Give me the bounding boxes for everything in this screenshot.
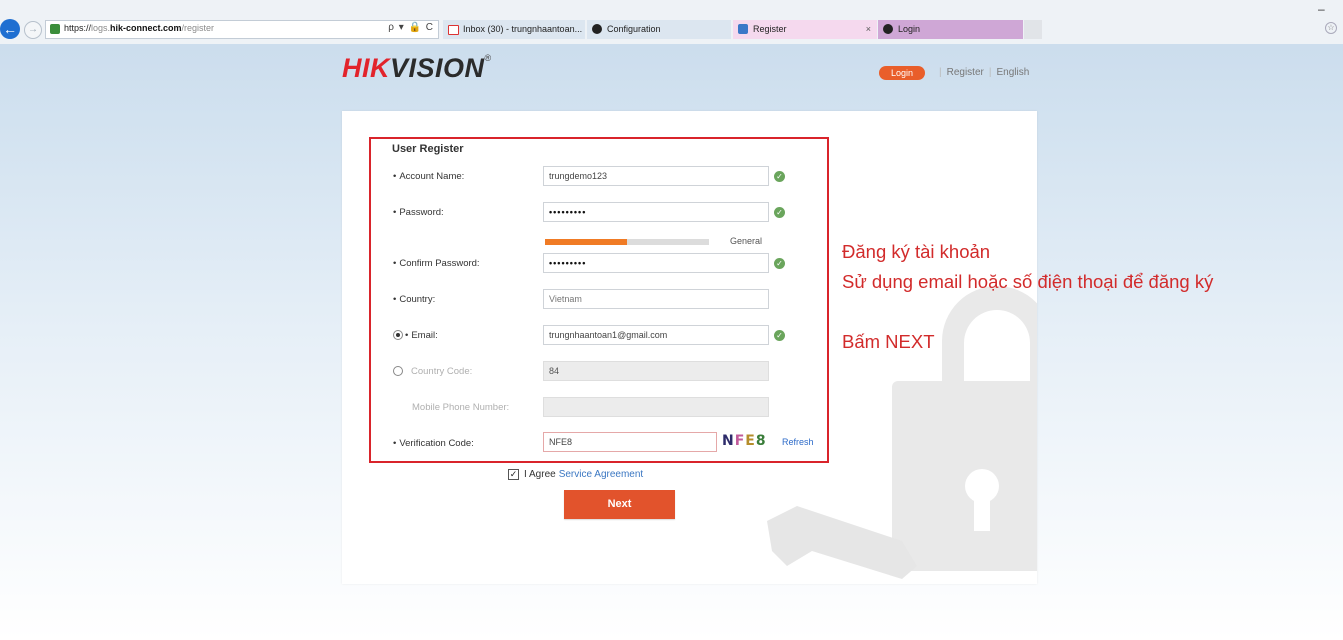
site-icon	[50, 24, 60, 34]
browser-chrome: – ← → https://logs.hik-connect.com/regis…	[0, 0, 1343, 44]
header-nav: | Register | English	[934, 67, 1029, 78]
password-label-text: Password:	[399, 207, 444, 218]
url-domain: hik-connect.com	[110, 23, 182, 33]
tab-configuration[interactable]: Configuration	[587, 20, 731, 39]
phone-radio[interactable]	[393, 366, 403, 376]
required-marker: •	[393, 207, 397, 218]
tab-label: Login	[898, 24, 921, 34]
logo-hik: HIK	[342, 53, 390, 83]
language-link[interactable]: English	[996, 67, 1029, 78]
tab-label: Inbox (30) - trungnhaantoan...	[463, 24, 583, 34]
agree-text: I Agree Service Agreement	[524, 469, 643, 480]
required-marker: •	[405, 330, 409, 341]
address-tools[interactable]: ρ ▾ 🔒 C	[388, 22, 434, 33]
password-input[interactable]: •••••••••	[543, 202, 769, 222]
close-icon[interactable]: ×	[866, 20, 871, 39]
verification-code-label-text: Verification Code:	[399, 438, 474, 449]
form-title: User Register	[392, 143, 464, 155]
password-strength-bar	[545, 239, 709, 245]
tab-label: Configuration	[607, 24, 661, 34]
logo-vision: VISION	[390, 53, 485, 83]
country-select[interactable]: Vietnam	[543, 289, 769, 309]
verification-code-label: • Verification Code:	[393, 438, 474, 449]
country-label-text: Country:	[399, 294, 436, 305]
email-radio[interactable]	[393, 330, 403, 340]
tutorial-annotation: Đăng ký tài khoản Sử dụng email hoặc số …	[842, 237, 1213, 357]
verification-code-input[interactable]: NFE8	[543, 432, 717, 452]
country-code-label: Country Code:	[411, 366, 473, 377]
back-button[interactable]: ←	[0, 19, 20, 39]
password-strength-fill	[545, 239, 627, 245]
check-circle-icon: ✓	[774, 258, 785, 269]
account-name-input[interactable]: trungdemo123	[543, 166, 769, 186]
favorites-icon[interactable]: ☆	[1325, 22, 1337, 34]
logo-registered-mark: ®	[484, 53, 492, 63]
account-name-label: • Account Name:	[393, 171, 464, 182]
mobile-phone-input[interactable]	[543, 397, 769, 417]
account-name-label-text: Account Name:	[399, 171, 465, 182]
required-marker: •	[393, 294, 397, 305]
password-strength-label: General	[730, 236, 763, 246]
tab-label: Register	[753, 24, 787, 34]
address-url[interactable]: https://logs.hik-connect.com/register	[64, 23, 214, 33]
minimize-button[interactable]: –	[1318, 2, 1325, 16]
confirm-password-input[interactable]: •••••••••	[543, 253, 769, 273]
tab-inbox[interactable]: Inbox (30) - trungnhaantoan...	[443, 20, 585, 39]
new-tab-button[interactable]	[1024, 20, 1042, 39]
globe-icon	[883, 24, 893, 34]
ie-page-icon	[738, 24, 748, 34]
confirm-password-label-text: Confirm Password:	[399, 258, 480, 269]
required-marker: •	[393, 171, 397, 182]
captcha-char: E	[745, 433, 756, 449]
globe-icon	[592, 24, 602, 34]
mobile-phone-label: Mobile Phone Number:	[412, 402, 510, 413]
url-scheme: https://	[64, 23, 92, 33]
captcha-char: F	[734, 433, 746, 449]
captcha-char: 8	[755, 433, 767, 449]
tab-login[interactable]: Login	[878, 20, 1023, 39]
confirm-password-label: • Confirm Password:	[393, 258, 480, 269]
annotation-line-3: Bấm NEXT	[842, 331, 935, 352]
email-label-text: Email:	[411, 330, 438, 341]
required-marker: •	[393, 258, 397, 269]
register-link[interactable]: Register	[947, 67, 984, 78]
address-bar[interactable]: https://logs.hik-connect.com/register ρ …	[45, 20, 439, 39]
annotation-line-2: Sử dụng email hoặc số điện thoại để đăng…	[842, 271, 1214, 292]
password-label: • Password:	[393, 207, 444, 218]
captcha-char: N	[722, 433, 735, 449]
email-label: • Email:	[405, 330, 438, 341]
hikvision-logo: HIKVISION®	[342, 53, 492, 84]
captcha-image[interactable]: NFE8	[722, 433, 778, 453]
forward-button[interactable]: →	[24, 21, 42, 39]
login-button[interactable]: Login	[879, 66, 925, 80]
captcha-refresh-link[interactable]: Refresh	[782, 437, 814, 447]
tab-register[interactable]: Register ×	[733, 20, 877, 39]
nav-separator: |	[939, 67, 942, 78]
required-marker: •	[393, 438, 397, 449]
country-code-input[interactable]: 84	[543, 361, 769, 381]
agree-checkbox[interactable]: ✓	[508, 469, 519, 480]
country-label: • Country:	[393, 294, 435, 305]
check-circle-icon: ✓	[774, 330, 785, 341]
nav-separator: |	[988, 67, 992, 78]
annotation-line-1: Đăng ký tài khoản	[842, 241, 991, 262]
check-circle-icon: ✓	[774, 171, 785, 182]
url-subdomain: logs.	[91, 23, 111, 33]
agree-label: I Agree	[524, 469, 556, 480]
check-circle-icon: ✓	[774, 207, 785, 218]
gmail-icon	[448, 25, 459, 35]
next-button[interactable]: Next	[564, 490, 675, 519]
service-agreement-link[interactable]: Service Agreement	[559, 469, 644, 480]
email-input[interactable]: trungnhaantoan1@gmail.com	[543, 325, 769, 345]
url-path: /register	[181, 23, 215, 33]
